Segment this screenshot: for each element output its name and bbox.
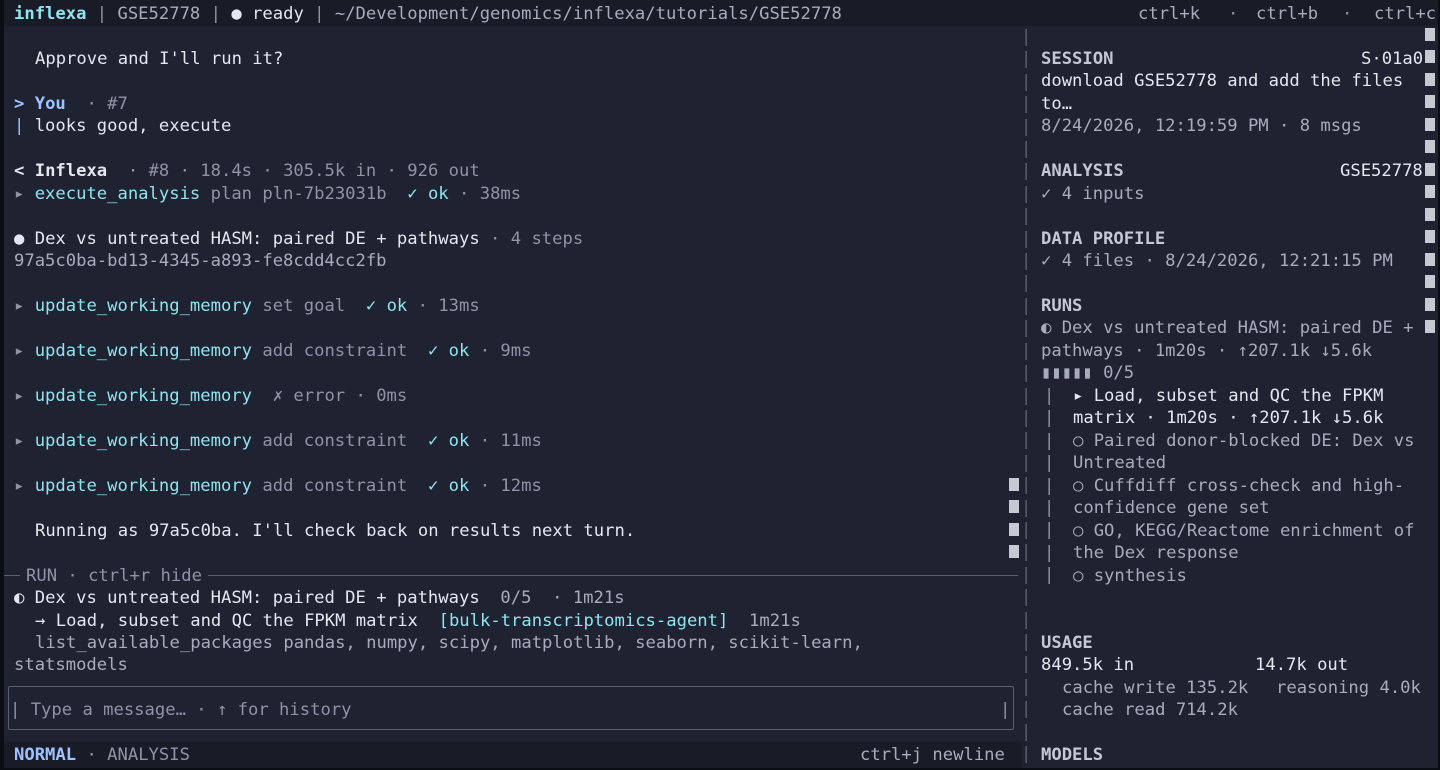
analysis-id: GSE52778 <box>1340 161 1423 181</box>
message-input[interactable]: | Type a message… · ↑ for history <box>10 699 351 721</box>
run-title: ◐ Dex vs untreated HASM: paired DE + pat… <box>14 588 625 608</box>
analysis-heading: ANALYSIS <box>1041 161 1124 181</box>
arrow-right-icon: → <box>35 611 46 631</box>
run-current-step: → Load, subset and QC the FPKM matrix [b… <box>35 611 801 631</box>
app-name: inflexa <box>14 4 87 24</box>
run-log-line: statsmodels <box>14 655 128 675</box>
mode-indicator: NORMAL · ANALYSIS <box>14 745 190 765</box>
tool-call-execute[interactable]: ▸ execute_analysis plan pln-7b23031b ✓ o… <box>14 183 521 205</box>
half-circle-icon: ◐ <box>14 588 25 608</box>
run-step: ▸ Load, subset and QC the FPKM <box>1073 386 1384 406</box>
agent-tag: [bulk-transcriptomics-agent] <box>438 611 729 631</box>
tool-call[interactable]: ▸ update_working_memory add constraint ✓… <box>14 430 542 452</box>
user-name: You <box>34 94 66 114</box>
expand-triangle-icon[interactable]: ▸ <box>14 184 35 204</box>
session-date: 8/24/2026, 12:19:59 PM · 8 msgs <box>1041 116 1362 136</box>
run-log-line: list_available_packages pandas, numpy, s… <box>35 633 863 653</box>
usage-out: 14.7k out <box>1255 655 1349 675</box>
status-dot-icon: ● <box>231 4 242 24</box>
data-profile-summary: ✓ 4 files · 8/24/2026, 12:21:15 PM <box>1041 251 1393 271</box>
user-turn-header: > You · #7 <box>14 94 128 114</box>
run-step: ○ Cuffdiff cross-check and high- <box>1073 476 1405 496</box>
status-text: ready <box>252 4 304 24</box>
runs-heading: RUNS <box>1041 296 1083 316</box>
expand-triangle-icon: ▸ <box>14 476 35 496</box>
dataset-name: GSE52778 <box>117 4 201 24</box>
plan-id: 97a5c0ba-bd13-4345-a893-fe8cdd4cc2fb <box>14 251 387 271</box>
data-profile-heading: DATA PROFILE <box>1041 229 1166 249</box>
closing-message: Running as 97a5c0ba. I'll check back on … <box>35 521 636 541</box>
models-heading: MODELS <box>1041 745 1104 765</box>
session-desc-cont: to… <box>1041 94 1073 114</box>
shortcut-search[interactable]: ctrl+k <box>1138 3 1200 25</box>
analysis-inputs: ✓ 4 inputs <box>1041 184 1145 204</box>
user-message: | looks good, execute <box>14 116 232 136</box>
assistant-turn-header: < Inflexa · #8 · 18.4s · 305.5k in · 926… <box>14 161 480 181</box>
run-tree-guide: | | | | | | | | | <box>1044 386 1055 586</box>
panel-divider: | | | | | | | | | | | | | | | | | | | | … <box>1021 27 1032 764</box>
shortcut-sidebar[interactable]: ctrl+b <box>1256 3 1318 25</box>
working-path: ~/Development/genomics/inflexa/tutorials… <box>334 4 842 24</box>
plan-header: ● Dex vs untreated HASM: paired DE + pat… <box>14 229 584 249</box>
run-step-cont: Untreated <box>1073 453 1167 473</box>
expand-triangle-icon: ▸ <box>14 341 35 361</box>
run-entry[interactable]: ◐ Dex vs untreated HASM: paired DE + <box>1041 317 1414 339</box>
run-step-cont: matrix · 1m20s · ↑207.1k ↓5.6k <box>1073 408 1384 428</box>
run-step-cont: the Dex response <box>1073 543 1239 563</box>
terminal-window: inflexa | GSE52778 | ● ready | ~/Develop… <box>4 0 1438 768</box>
session-heading: SESSION <box>1041 49 1114 69</box>
run-step: ○ GO, KEGG/Reactome enrichment of <box>1073 521 1415 541</box>
usage-reasoning: reasoning 4.0k <box>1276 678 1421 698</box>
plan-dot-icon: ● <box>14 229 25 249</box>
expand-triangle-icon: ▸ <box>14 296 35 316</box>
tool-call[interactable]: ▸ update_working_memory set goal ✓ ok · … <box>14 295 480 317</box>
usage-cache-write: cache write 135.2k <box>1062 678 1249 698</box>
run-panel-header[interactable]: RUN · ctrl+r hide <box>20 565 208 587</box>
newline-hint: ctrl+j newline <box>860 745 1005 765</box>
title-line: inflexa | GSE52778 | ● ready | ~/Develop… <box>14 4 842 24</box>
assistant-name: Inflexa <box>34 161 108 181</box>
run-step-cont: confidence gene set <box>1073 498 1270 518</box>
run-progress-bar: ▮▮▮▮▮ 0/5 <box>1041 363 1135 383</box>
run-step: ○ Paired donor-blocked DE: Dex vs <box>1073 431 1415 451</box>
tool-call[interactable]: ▸ update_working_memory add constraint ✓… <box>14 340 531 362</box>
approve-message: Approve and I'll run it? <box>35 49 284 69</box>
usage-in: 849.5k in <box>1041 655 1135 675</box>
shortcut-quit[interactable]: ctrl+c <box>1374 3 1436 25</box>
run-entry-meta: pathways · 1m20s · ↑207.1k ↓5.6k <box>1041 341 1373 361</box>
expand-triangle-icon: ▸ <box>14 386 35 406</box>
tool-call[interactable]: ▸ update_working_memory add constraint ✓… <box>14 475 542 497</box>
usage-cache-read: cache read 714.2k <box>1062 700 1238 720</box>
run-step: ○ synthesis <box>1073 566 1187 586</box>
session-id: S·01a0 <box>1361 49 1424 69</box>
tool-call-error[interactable]: ▸ update_working_memory ✗ error · 0ms <box>14 385 407 407</box>
session-desc: download GSE52778 and add the files <box>1041 71 1404 91</box>
expand-triangle-icon: ▸ <box>14 431 35 451</box>
usage-heading: USAGE <box>1041 633 1093 653</box>
